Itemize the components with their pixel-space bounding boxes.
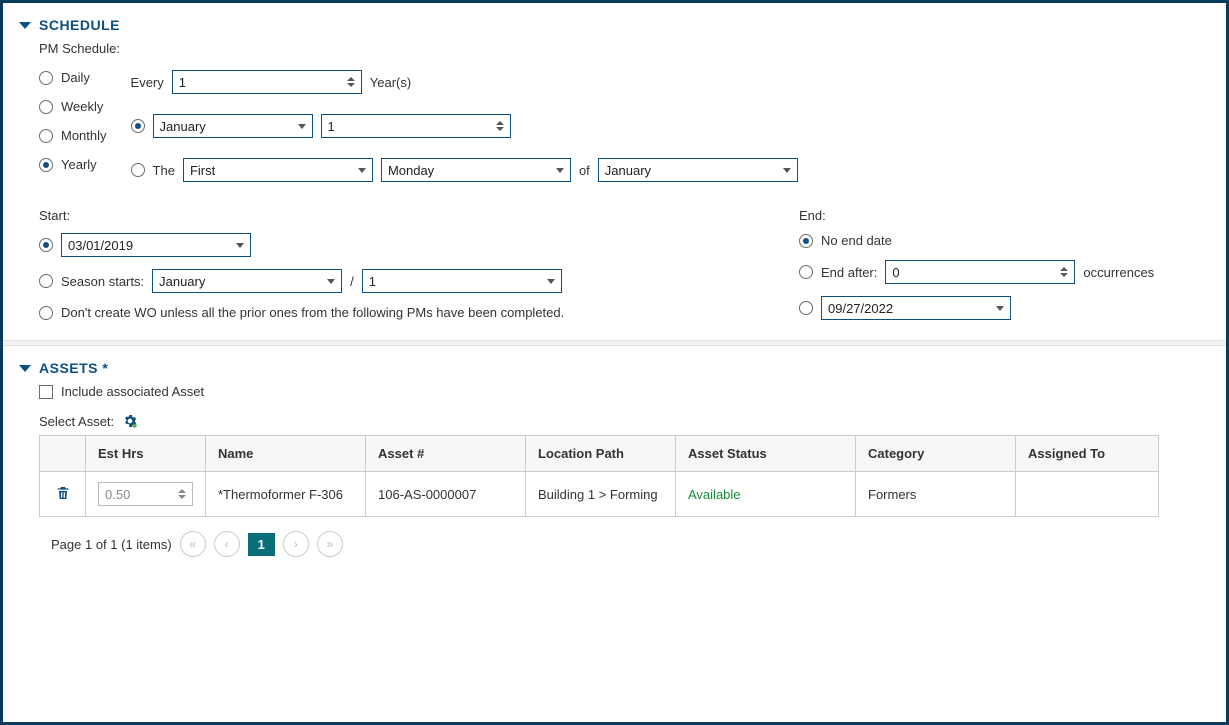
pm-schedule-label: PM Schedule: [39,41,1210,56]
day-of-month-input[interactable]: 1 [321,114,511,138]
pager-label: Page 1 of 1 (1 items) [51,537,172,552]
chevron-down-icon [556,168,564,173]
assets-section-header[interactable]: ASSETS * [19,360,1210,376]
cell-name: *Thermoformer F-306 [206,472,366,517]
select-asset-label: Select Asset: [39,414,114,429]
the-label: The [153,163,175,178]
end-after-label: End after: [821,265,877,280]
col-name[interactable]: Name [206,436,366,472]
col-assigned-to[interactable]: Assigned To [1016,436,1159,472]
est-hrs-value: 0.50 [105,487,130,502]
trash-icon[interactable] [55,489,71,504]
end-after-input[interactable]: 0 [885,260,1075,284]
caret-down-icon [19,365,31,372]
ordinal-select[interactable]: First [183,158,373,182]
spinner-icon [178,489,186,499]
no-end-label: No end date [821,233,892,248]
season-month-select[interactable]: January [152,269,342,293]
season-day-select[interactable]: 1 [362,269,562,293]
freq-daily-radio[interactable] [39,71,53,85]
dont-create-radio[interactable] [39,306,53,320]
freq-yearly-label: Yearly [61,157,97,172]
cell-asset-num: 106-AS-0000007 [366,472,526,517]
season-month-value: January [159,274,205,289]
start-date-value: 03/01/2019 [68,238,133,253]
every-years-value: 1 [179,75,186,90]
freq-yearly-radio[interactable] [39,158,53,172]
section-divider [3,340,1226,346]
slash-label: / [350,274,354,289]
chevron-down-icon [783,168,791,173]
no-end-radio[interactable] [799,234,813,248]
end-date-value: 09/27/2022 [828,301,893,316]
spinner-icon [1060,267,1068,277]
col-category[interactable]: Category [856,436,1016,472]
start-date-input[interactable]: 03/01/2019 [61,233,251,257]
on-month-day-radio[interactable] [131,119,145,133]
of-month-value: January [605,163,651,178]
month-value: January [160,119,206,134]
cell-status: Available [676,472,856,517]
include-asset-checkbox[interactable] [39,385,53,399]
chevron-down-icon [358,168,366,173]
weekday-select[interactable]: Monday [381,158,571,182]
season-starts-label: Season starts: [61,274,144,289]
pager-current-page: 1 [248,533,275,556]
freq-weekly-radio[interactable] [39,100,53,114]
cell-category: Formers [856,472,1016,517]
on-ordinal-radio[interactable] [131,163,145,177]
spinner-icon [496,121,504,131]
start-date-radio[interactable] [39,238,53,252]
end-date-radio[interactable] [799,301,813,315]
schedule-section-header[interactable]: SCHEDULE [19,17,1210,33]
end-label: End: [799,208,1154,223]
pager-prev-button[interactable]: ‹ [214,531,240,557]
freq-weekly-label: Weekly [61,99,103,114]
col-status[interactable]: Asset Status [676,436,856,472]
col-asset-num[interactable]: Asset # [366,436,526,472]
chevron-down-icon [327,279,335,284]
table-row: 0.50 *Thermoformer F-306 106-AS-0000007 … [40,472,1159,517]
month-select[interactable]: January [153,114,313,138]
day-of-month-value: 1 [328,119,335,134]
of-label: of [579,163,590,178]
every-label: Every [131,75,164,90]
pager-next-button[interactable]: › [283,531,309,557]
pager-first-button[interactable]: « [180,531,206,557]
season-day-value: 1 [369,274,376,289]
cell-location: Building 1 > Forming [526,472,676,517]
freq-monthly-label: Monthly [61,128,107,143]
years-label: Year(s) [370,75,411,90]
end-after-radio[interactable] [799,265,813,279]
end-after-value: 0 [892,265,899,280]
assets-title: ASSETS * [39,360,108,376]
dont-create-label: Don't create WO unless all the prior one… [61,305,564,320]
pager-last-button[interactable]: » [317,531,343,557]
assets-table: Est Hrs Name Asset # Location Path Asset… [39,435,1159,517]
freq-monthly-radio[interactable] [39,129,53,143]
caret-down-icon [19,22,31,29]
season-starts-radio[interactable] [39,274,53,288]
col-location[interactable]: Location Path [526,436,676,472]
of-month-select[interactable]: January [598,158,798,182]
gear-icon[interactable] [122,413,138,429]
spinner-icon [347,77,355,87]
cell-assigned-to [1016,472,1159,517]
start-label: Start: [39,208,679,223]
table-header-row: Est Hrs Name Asset # Location Path Asset… [40,436,1159,472]
chevron-down-icon [298,124,306,129]
include-asset-label: Include associated Asset [61,384,204,399]
chevron-down-icon [547,279,555,284]
col-est-hrs[interactable]: Est Hrs [86,436,206,472]
end-date-input[interactable]: 09/27/2022 [821,296,1011,320]
chevron-down-icon [996,306,1004,311]
ordinal-value: First [190,163,215,178]
freq-daily-label: Daily [61,70,90,85]
weekday-value: Monday [388,163,434,178]
occurrences-label: occurrences [1083,265,1154,280]
every-years-input[interactable]: 1 [172,70,362,94]
schedule-title: SCHEDULE [39,17,120,33]
chevron-down-icon [236,243,244,248]
est-hrs-input[interactable]: 0.50 [98,482,193,506]
